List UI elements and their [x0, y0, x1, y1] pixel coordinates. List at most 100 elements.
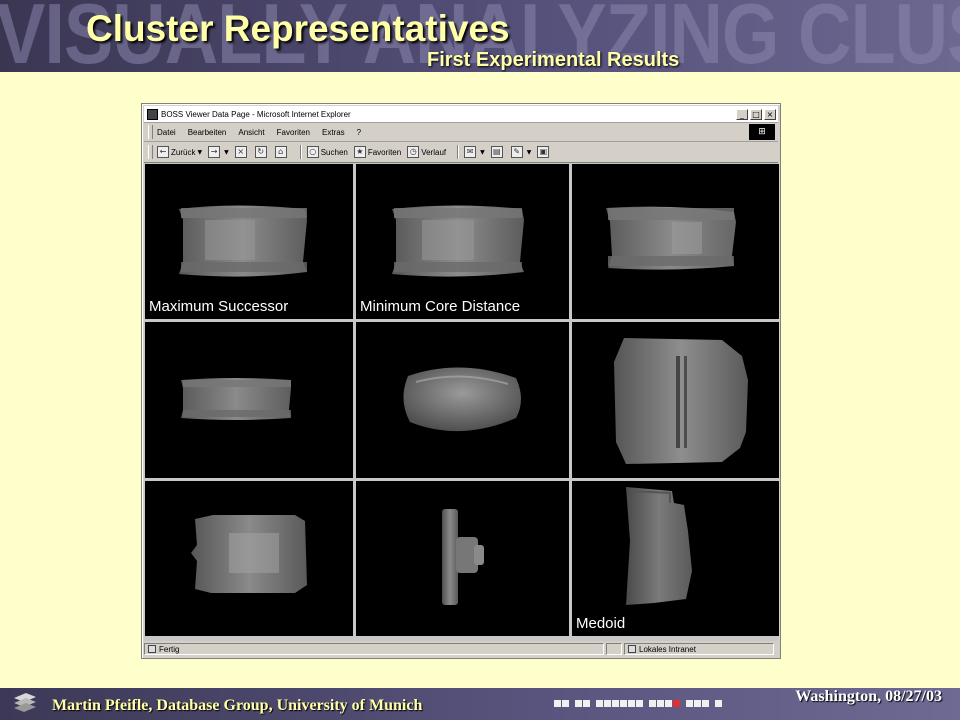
print-icon: ▤	[490, 146, 503, 158]
minimize-button[interactable]: _	[736, 108, 748, 120]
progress-block	[694, 700, 701, 707]
grid-cell[interactable]	[572, 164, 779, 319]
back-arrow-icon: ←	[157, 146, 169, 158]
toolbar: ← Zurück ▼ → ▼ × ↻ ⌂ ○ Suchen ★ Favorite…	[144, 142, 778, 163]
grid-cell[interactable]	[145, 322, 353, 478]
history-button[interactable]: ◷ Verlauf	[407, 146, 446, 158]
status-zone-pane: Lokales Intranet	[624, 643, 774, 655]
toolbar-separator	[299, 145, 302, 159]
part-render-drum	[614, 338, 748, 464]
progress-block	[702, 700, 709, 707]
mail-dropdown-icon[interactable]: ▼	[480, 149, 485, 156]
home-button[interactable]: ⌂	[274, 146, 289, 158]
history-label: Verlauf	[421, 147, 447, 157]
favorites-button[interactable]: ★ Favoriten	[353, 146, 402, 158]
progress-block	[620, 700, 627, 707]
back-button[interactable]: ← Zurück ▼	[157, 146, 202, 158]
search-icon: ○	[306, 146, 319, 158]
menu-favoriten[interactable]: Favoriten	[277, 128, 310, 137]
footer-author: Martin Pfeifle, Database Group, Universi…	[52, 697, 423, 714]
part-render-spool	[191, 515, 307, 593]
progress-block	[612, 700, 619, 707]
grid-cell[interactable]	[572, 322, 779, 478]
grid-cell[interactable]	[356, 481, 569, 636]
favorites-label: Favoriten	[367, 147, 402, 157]
window-title: BOSS Viewer Data Page - Microsoft Intern…	[161, 109, 351, 119]
part-render-ring-wide-small	[606, 206, 736, 270]
grid-cell[interactable]	[356, 322, 569, 478]
mail-icon: ✉	[464, 146, 477, 158]
grid-cell[interactable]: Medoid	[572, 481, 779, 636]
menu-extras[interactable]: Extras	[322, 128, 345, 137]
menu-grip	[148, 125, 153, 139]
grid-cell[interactable]	[145, 481, 353, 636]
status-zone: Lokales Intranet	[639, 644, 696, 654]
edit-button[interactable]: ✎ ▼	[510, 146, 532, 158]
cell-label-medoid: Medoid	[576, 615, 626, 632]
browser-window: BOSS Viewer Data Page - Microsoft Intern…	[141, 103, 781, 659]
back-label: Zurück	[171, 147, 196, 157]
print-button[interactable]: ▤	[490, 146, 505, 158]
grid-cell[interactable]: Maximum Successor	[145, 164, 353, 319]
slide-header: VISUALLY ANALYZING CLUSTER HIERARCHIES C…	[0, 0, 960, 72]
part-render-ring-wide	[179, 205, 307, 277]
history-icon: ◷	[407, 146, 420, 158]
maximize-button[interactable]: □	[750, 108, 762, 120]
part-render-ring-thin	[181, 378, 291, 420]
progress-block	[673, 700, 680, 707]
intranet-zone-icon	[628, 645, 636, 653]
page-done-icon	[148, 645, 156, 653]
windows-logo-icon: ⊞	[749, 124, 775, 140]
edit-dropdown-icon[interactable]: ▼	[527, 149, 532, 156]
back-dropdown-icon[interactable]: ▼	[197, 149, 202, 156]
search-button[interactable]: ○ Suchen	[306, 146, 348, 158]
part-render-wedge	[626, 487, 692, 605]
progress-block	[649, 700, 656, 707]
progress-block	[604, 700, 611, 707]
cell-label-minimum-core-distance: Minimum Core Distance	[360, 298, 521, 315]
slide-footer: Martin Pfeifle, Database Group, Universi…	[0, 688, 960, 720]
status-message-pane: Fertig	[144, 643, 604, 655]
progress-block	[562, 700, 569, 707]
stop-icon: ×	[234, 146, 247, 158]
ie-app-icon	[147, 108, 158, 120]
progress-block	[575, 700, 582, 707]
menu-ansicht[interactable]: Ansicht	[238, 128, 264, 137]
favorites-icon: ★	[353, 146, 366, 158]
refresh-button[interactable]: ↻	[254, 146, 269, 158]
status-bar: Fertig Lokales Intranet	[144, 642, 778, 656]
grid-cell[interactable]: Minimum Core Distance	[356, 164, 569, 319]
window-titlebar: BOSS Viewer Data Page - Microsoft Intern…	[144, 106, 778, 123]
menu-bearbeiten[interactable]: Bearbeiten	[188, 128, 227, 137]
stacked-layers-logo-icon	[14, 693, 36, 712]
close-button[interactable]: ×	[764, 108, 776, 120]
discuss-button[interactable]: ▣	[537, 146, 551, 158]
progress-block	[686, 700, 693, 707]
progress-block	[554, 700, 561, 707]
representatives-grid: Maximum Successor Minimum Core Distance	[144, 163, 779, 641]
menu-datei[interactable]: Datei	[157, 128, 176, 137]
progress-block	[636, 700, 643, 707]
forward-arrow-icon: →	[208, 146, 221, 158]
menu-bar: Datei Bearbeiten Ansicht Favoriten Extra…	[144, 123, 778, 142]
progress-block	[657, 700, 664, 707]
part-render-ring-wide	[392, 205, 524, 277]
part-render-flange	[442, 509, 484, 605]
menu-help[interactable]: ?	[357, 128, 361, 137]
slide-title: Cluster Representatives	[86, 8, 510, 49]
refresh-icon: ↻	[254, 146, 267, 158]
progress-block	[628, 700, 635, 707]
discuss-icon: ▣	[537, 146, 550, 158]
forward-button[interactable]: → ▼	[208, 146, 229, 158]
edit-icon: ✎	[510, 146, 523, 158]
toolbar-grip	[148, 145, 153, 159]
forward-dropdown-icon[interactable]: ▼	[224, 149, 229, 156]
part-render-bowl	[403, 367, 521, 432]
progress-block	[583, 700, 590, 707]
progress-block	[715, 700, 722, 707]
toolbar-separator	[457, 145, 460, 159]
stop-button[interactable]: ×	[234, 146, 249, 158]
status-text: Fertig	[159, 644, 180, 654]
mail-button[interactable]: ✉ ▼	[464, 146, 485, 158]
cell-label-maximum-successor: Maximum Successor	[149, 298, 289, 315]
